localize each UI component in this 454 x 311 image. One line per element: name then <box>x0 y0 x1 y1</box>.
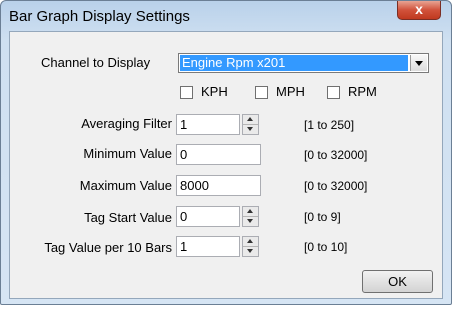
tag-start-value-spinner[interactable] <box>242 206 259 227</box>
averaging-filter-label: Averaging Filter <box>81 116 172 131</box>
spin-up-icon[interactable] <box>243 207 258 217</box>
channel-label: Channel to Display <box>41 55 151 70</box>
tag-value-per-10-bars-label: Tag Value per 10 Bars <box>44 240 172 255</box>
spin-down-icon[interactable] <box>243 217 258 226</box>
spin-up-icon[interactable] <box>243 237 258 247</box>
kph-checkbox[interactable] <box>180 86 193 99</box>
averaging-filter-spinner[interactable] <box>242 114 259 135</box>
minimum-value-input[interactable]: 0 <box>176 144 261 165</box>
close-button[interactable]: x <box>397 1 441 20</box>
maximum-value-label: Maximum Value <box>79 178 172 193</box>
tag-start-value-label: Tag Start Value <box>84 210 172 225</box>
channel-selected-value: Engine Rpm x201 <box>180 55 408 71</box>
channel-dropdown[interactable]: Engine Rpm x201 <box>178 53 429 73</box>
averaging-filter-input[interactable]: 1 <box>176 114 240 135</box>
rpm-label: RPM <box>348 84 377 99</box>
window-title: Bar Graph Display Settings <box>9 8 190 25</box>
tag-value-per-10-bars-range: [0 to 10] <box>304 240 348 254</box>
maximum-value-range: [0 to 32000] <box>304 179 368 193</box>
title-bar[interactable]: Bar Graph Display Settings x <box>1 1 451 31</box>
chevron-down-icon[interactable] <box>410 55 427 71</box>
maximum-value-input[interactable]: 8000 <box>176 175 261 196</box>
dialog-window: Bar Graph Display Settings x Channel to … <box>0 0 452 305</box>
tag-start-value-input[interactable]: 0 <box>176 206 240 227</box>
close-icon: x <box>415 1 423 17</box>
kph-label: KPH <box>201 84 228 99</box>
tag-value-per-10-bars-spinner[interactable] <box>242 236 259 257</box>
dialog-body: Channel to Display Engine Rpm x201 KPH M… <box>9 31 443 299</box>
tag-value-per-10-bars-input[interactable]: 1 <box>176 236 240 257</box>
rpm-checkbox[interactable] <box>327 86 340 99</box>
averaging-filter-range: [1 to 250] <box>304 118 355 132</box>
spin-down-icon[interactable] <box>243 247 258 256</box>
minimum-value-label: Minimum Value <box>83 146 172 161</box>
spin-down-icon[interactable] <box>243 125 258 134</box>
mph-checkbox[interactable] <box>255 86 268 99</box>
ok-button[interactable]: OK <box>362 270 433 293</box>
minimum-value-range: [0 to 32000] <box>304 148 368 162</box>
spin-up-icon[interactable] <box>243 115 258 125</box>
tag-start-value-range: [0 to 9] <box>304 210 341 224</box>
mph-label: MPH <box>276 84 305 99</box>
